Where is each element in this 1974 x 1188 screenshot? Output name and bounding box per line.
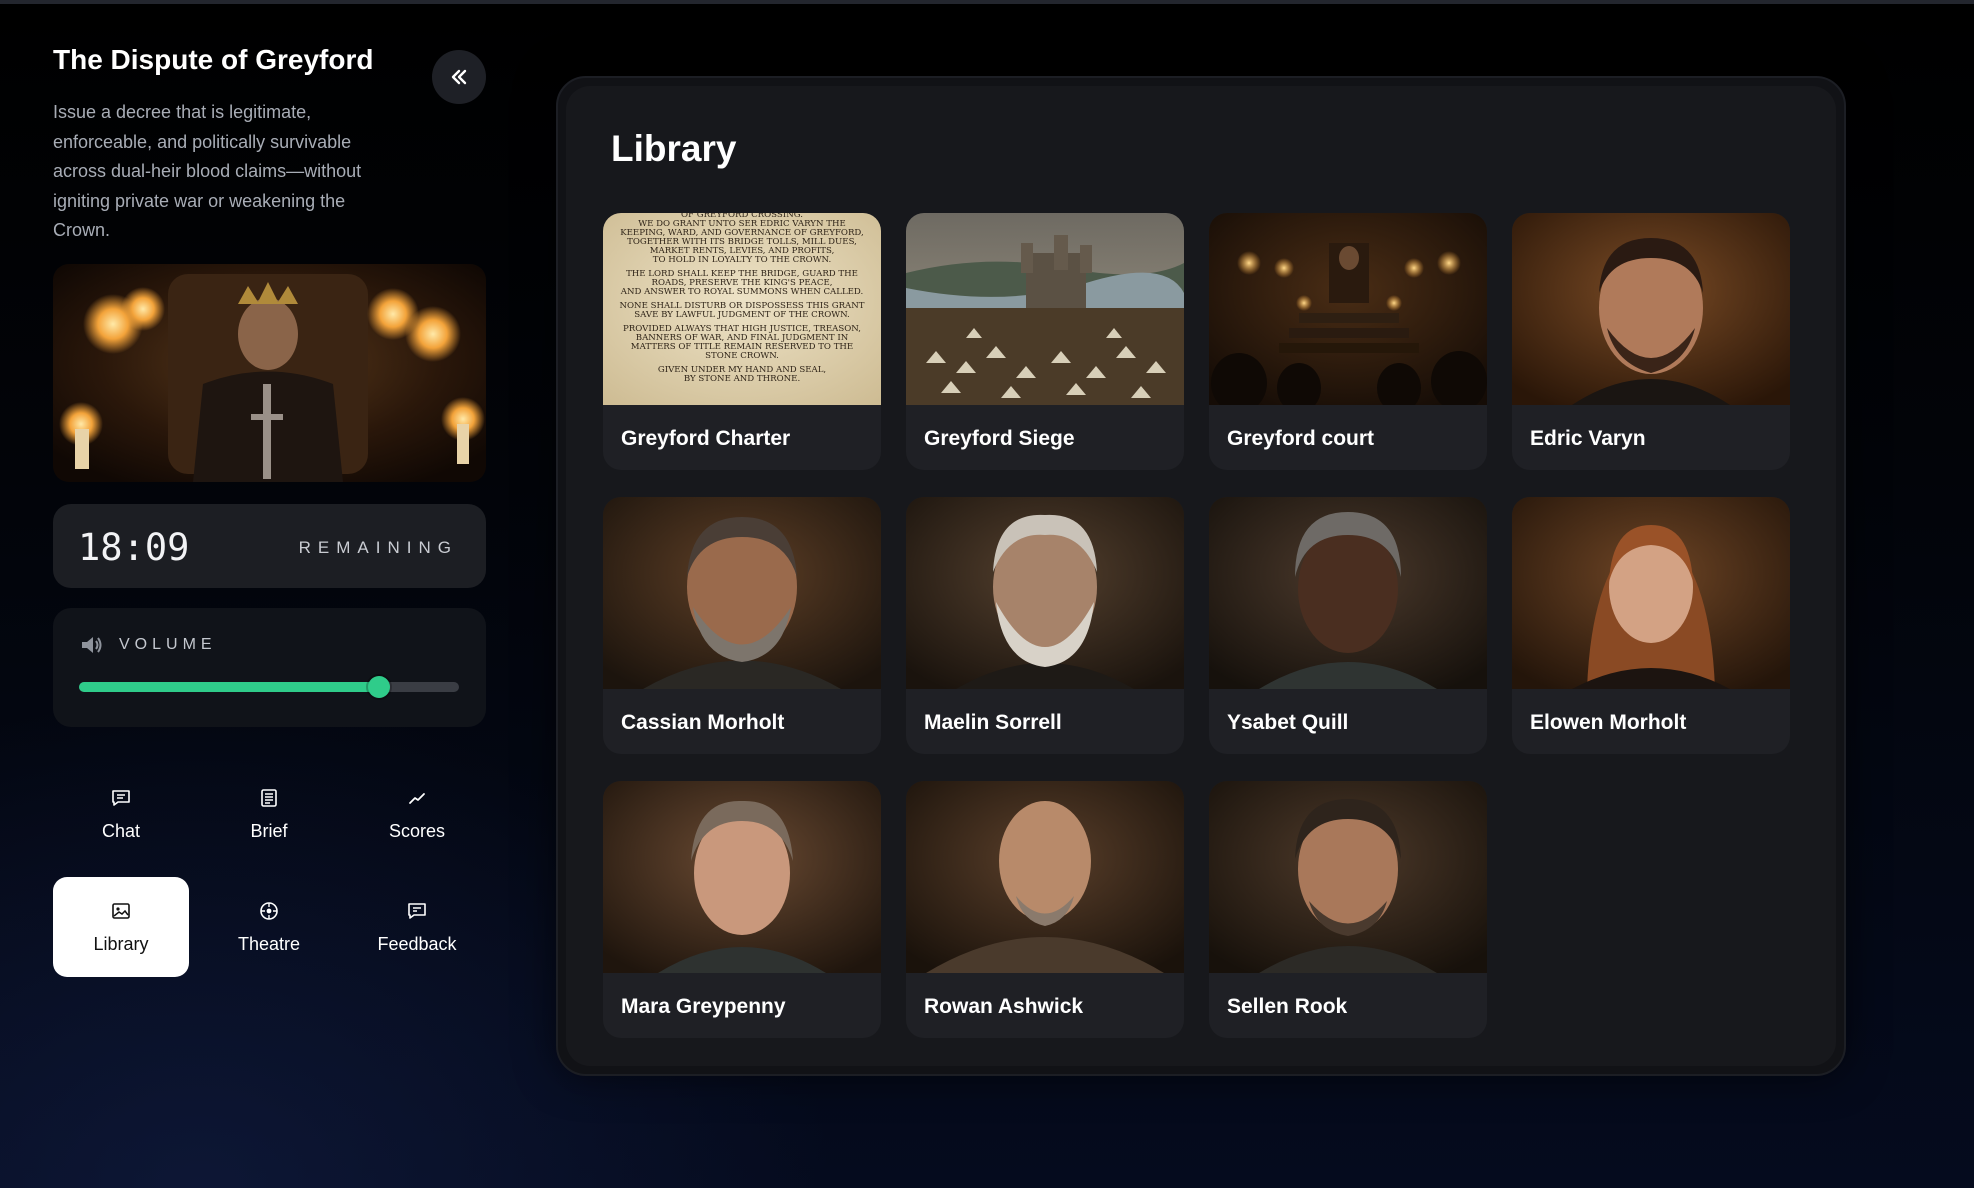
charter-text-line: SAVE BY LAWFUL JUDGMENT OF THE CROWN. [634,310,850,320]
portrait-image [1512,497,1790,689]
library-card-name: Mara Greypenny [621,995,786,1018]
image-icon [112,902,130,919]
nav-chat-button[interactable]: Chat [53,764,189,864]
nav-scores-label: Scores [388,820,446,841]
library-card-name: Sellen Rook [1227,995,1348,1018]
library-card-name: Rowan Ashwick [924,995,1084,1018]
nav-feedback-button[interactable]: Feedback [349,877,485,977]
library-card-name: Greyford court [1227,427,1375,450]
library-card-edric-varyn[interactable]: Edric Varyn [1512,213,1790,470]
library-card-greyford-court[interactable]: Greyford court [1209,213,1487,470]
charter-text-line: TO HOLD IN LOYALTY TO THE CROWN. [653,255,832,265]
siege-image [906,213,1184,405]
portrait-image [1209,781,1487,973]
nav-library-button[interactable]: Library [53,877,189,977]
document-icon [261,788,277,807]
scenario-hero-image [53,264,486,482]
portrait-image [1209,497,1487,689]
court-image [1209,213,1487,405]
library-card-name: Ysabet Quill [1227,711,1349,734]
nav-theatre-label: Theatre [237,933,301,954]
sidebar: The Dispute of Greyford Issue a decree t… [0,4,540,1188]
chart-icon [409,792,425,804]
library-card-greyford-siege[interactable]: Greyford Siege [906,213,1184,470]
portrait-image [1512,213,1790,405]
library-panel: Library OF GREYFORD CROSSING. WE DO GRANT… [556,76,1846,1076]
charter-image: OF GREYFORD CROSSING.WE DO GRANT UNTO SE… [603,213,881,405]
library-card-greyford-charter[interactable]: OF GREYFORD CROSSING. WE DO GRANT UNTO SE… [603,213,881,470]
nav-theatre-button[interactable]: Theatre [201,877,337,977]
nav-feedback-label: Feedback [377,933,457,954]
library-panel-inner: Library OF GREYFORD CROSSING. WE DO GRANT… [566,86,1836,1066]
charter-text-line: BY STONE AND THRONE. [684,374,800,384]
library-card-cassian-morholt[interactable]: Cassian Morholt [603,497,881,754]
library-card-rowan-ashwick[interactable]: Rowan Ashwick [906,781,1184,1038]
library-card-elowen-morholt[interactable]: Elowen Morholt [1512,497,1790,754]
nav-brief-button[interactable]: Brief [201,764,337,864]
library-card-sellen-rook[interactable]: Sellen Rook [1209,781,1487,1038]
volume-control: VOLUME [53,608,486,727]
countdown-timer: 18:09 REMAINING [53,504,486,588]
charter-text-line: AND ANSWER TO ROYAL SUMMONS WHEN CALLED. [620,287,864,297]
volume-slider-fill [79,682,380,692]
library-card-name: Greyford Charter [621,427,791,450]
speaker-icon[interactable] [78,632,104,658]
collapse-sidebar-button[interactable] [432,50,486,104]
library-card-ysabet-quill[interactable]: Ysabet Quill [1209,497,1487,754]
library-card-name: Maelin Sorrell [924,711,1062,734]
library-card-name: Elowen Morholt [1530,711,1687,734]
timer-label: REMAINING [298,538,458,557]
charter-text-line: STONE CROWN. [705,351,779,361]
library-card-name: Cassian Morholt [621,711,785,734]
double-chevron-left-icon [451,69,467,85]
portrait-image [906,781,1184,973]
volume-slider[interactable] [79,676,459,698]
portrait-image [603,497,881,689]
volume-label: VOLUME [119,636,217,653]
feedback-icon [408,902,426,919]
library-card-mara-greypenny[interactable]: Mara Greypenny [603,781,881,1038]
nav-library-label: Library [93,933,149,954]
scenario-description: Issue a decree that is legitimate, enfor… [53,102,362,240]
volume-slider-handle[interactable] [368,676,391,698]
library-title: Library [611,128,737,169]
library-card-name: Greyford Siege [924,427,1075,450]
timer-value: 18:09 [78,526,190,569]
portrait-image [906,497,1184,689]
target-icon [260,901,278,920]
nav-brief-label: Brief [250,820,288,841]
portrait-image [603,781,881,973]
nav-scores-button[interactable]: Scores [349,764,485,864]
chat-icon [112,789,130,806]
library-card-name: Edric Varyn [1530,427,1646,450]
nav-chat-label: Chat [101,820,141,841]
scenario-title: The Dispute of Greyford [53,44,374,75]
library-card-maelin-sorrell[interactable]: Maelin Sorrell [906,497,1184,754]
